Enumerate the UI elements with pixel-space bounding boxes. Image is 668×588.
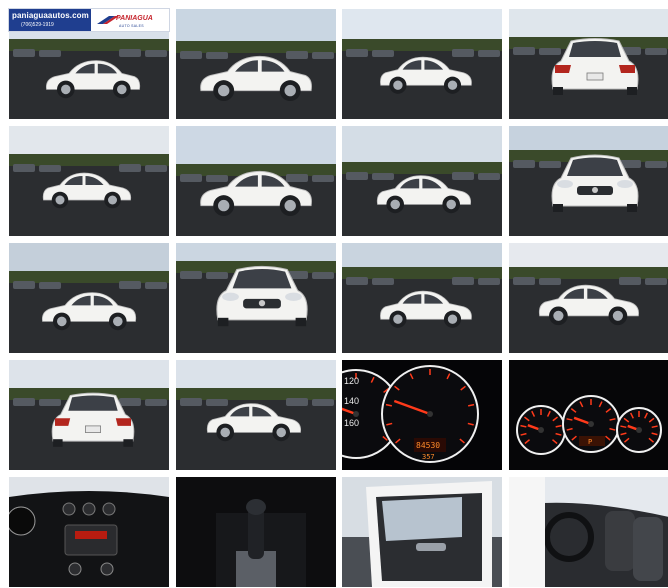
car-photo-image xyxy=(176,243,336,353)
car-photo-image: 120 140 160 84530 357 xyxy=(342,360,502,470)
odometer-readout: 84530 xyxy=(416,441,440,450)
photo-thumbnail-exterior-front-left[interactable] xyxy=(9,243,169,353)
photo-thumbnail-exterior-rear-right[interactable] xyxy=(342,9,502,119)
photo-thumbnail-front-seats-interior[interactable] xyxy=(509,477,668,587)
car-photo-image: P xyxy=(509,360,668,470)
car-photo-image xyxy=(509,477,668,587)
car-photo-image xyxy=(9,126,169,236)
car-photo-image xyxy=(176,477,336,587)
car-photo-image xyxy=(509,126,668,236)
dealer-brand: PANIAGUA xyxy=(116,15,153,22)
photo-thumbnail-exterior-front[interactable] xyxy=(509,126,668,236)
car-photo-image xyxy=(342,126,502,236)
speedo-tick-160: 160 xyxy=(344,418,359,428)
dealer-phone: (706)529-1919 xyxy=(21,22,54,28)
photo-thumbnail-exterior-rear-low[interactable] xyxy=(9,360,169,470)
photo-thumbnail-exterior-front-right[interactable] xyxy=(342,126,502,236)
car-photo-image xyxy=(9,477,169,587)
dealer-brand-sub: AUTO SALES xyxy=(119,24,144,28)
dealer-watermark: paniaguaautos.com (706)529-1919 PANIAGUA… xyxy=(8,8,170,32)
photo-gallery: 120 140 160 84530 357 P xyxy=(0,0,668,588)
photo-thumbnail-exterior-front-low[interactable] xyxy=(176,243,336,353)
car-photo-image xyxy=(342,243,502,353)
photo-thumbnail-gauge-cluster-closeup[interactable]: 120 140 160 84530 357 xyxy=(342,360,502,470)
photo-thumbnail-exterior-rear-right-quarter[interactable] xyxy=(176,360,336,470)
photo-thumbnail-driver-door-interior[interactable] xyxy=(342,477,502,587)
speedo-tick-120: 120 xyxy=(344,376,359,386)
watermark-contact-block: paniaguaautos.com (706)529-1919 xyxy=(9,9,91,31)
car-photo-image xyxy=(342,477,502,587)
gear-readout: P xyxy=(588,438,592,446)
photo-thumbnail-exterior-rear-right-low[interactable] xyxy=(509,243,668,353)
car-photo-image xyxy=(342,9,502,119)
photo-thumbnail-exterior-left-side[interactable] xyxy=(176,9,336,119)
car-photo-image xyxy=(509,243,668,353)
car-photo-image xyxy=(9,243,169,353)
photo-thumbnail-exterior-rear[interactable] xyxy=(509,9,668,119)
photo-thumbnail-gear-shifter[interactable] xyxy=(176,477,336,587)
car-photo-image xyxy=(176,9,336,119)
photo-thumbnail-exterior-front-right-low[interactable] xyxy=(342,243,502,353)
photo-thumbnail-exterior-left-profile[interactable] xyxy=(176,126,336,236)
photo-thumbnail-center-console-dashboard[interactable] xyxy=(9,477,169,587)
car-photo-image xyxy=(176,360,336,470)
trip-readout: 357 xyxy=(422,453,435,461)
car-photo-image xyxy=(509,9,668,119)
dealer-website: paniaguaautos.com xyxy=(12,11,89,20)
photo-thumbnail-exterior-rear-left[interactable] xyxy=(9,126,169,236)
photo-thumbnail-gauge-cluster-full[interactable]: P xyxy=(509,360,668,470)
car-photo-image xyxy=(176,126,336,236)
car-photo-image xyxy=(9,360,169,470)
speedo-tick-140: 140 xyxy=(344,396,359,406)
